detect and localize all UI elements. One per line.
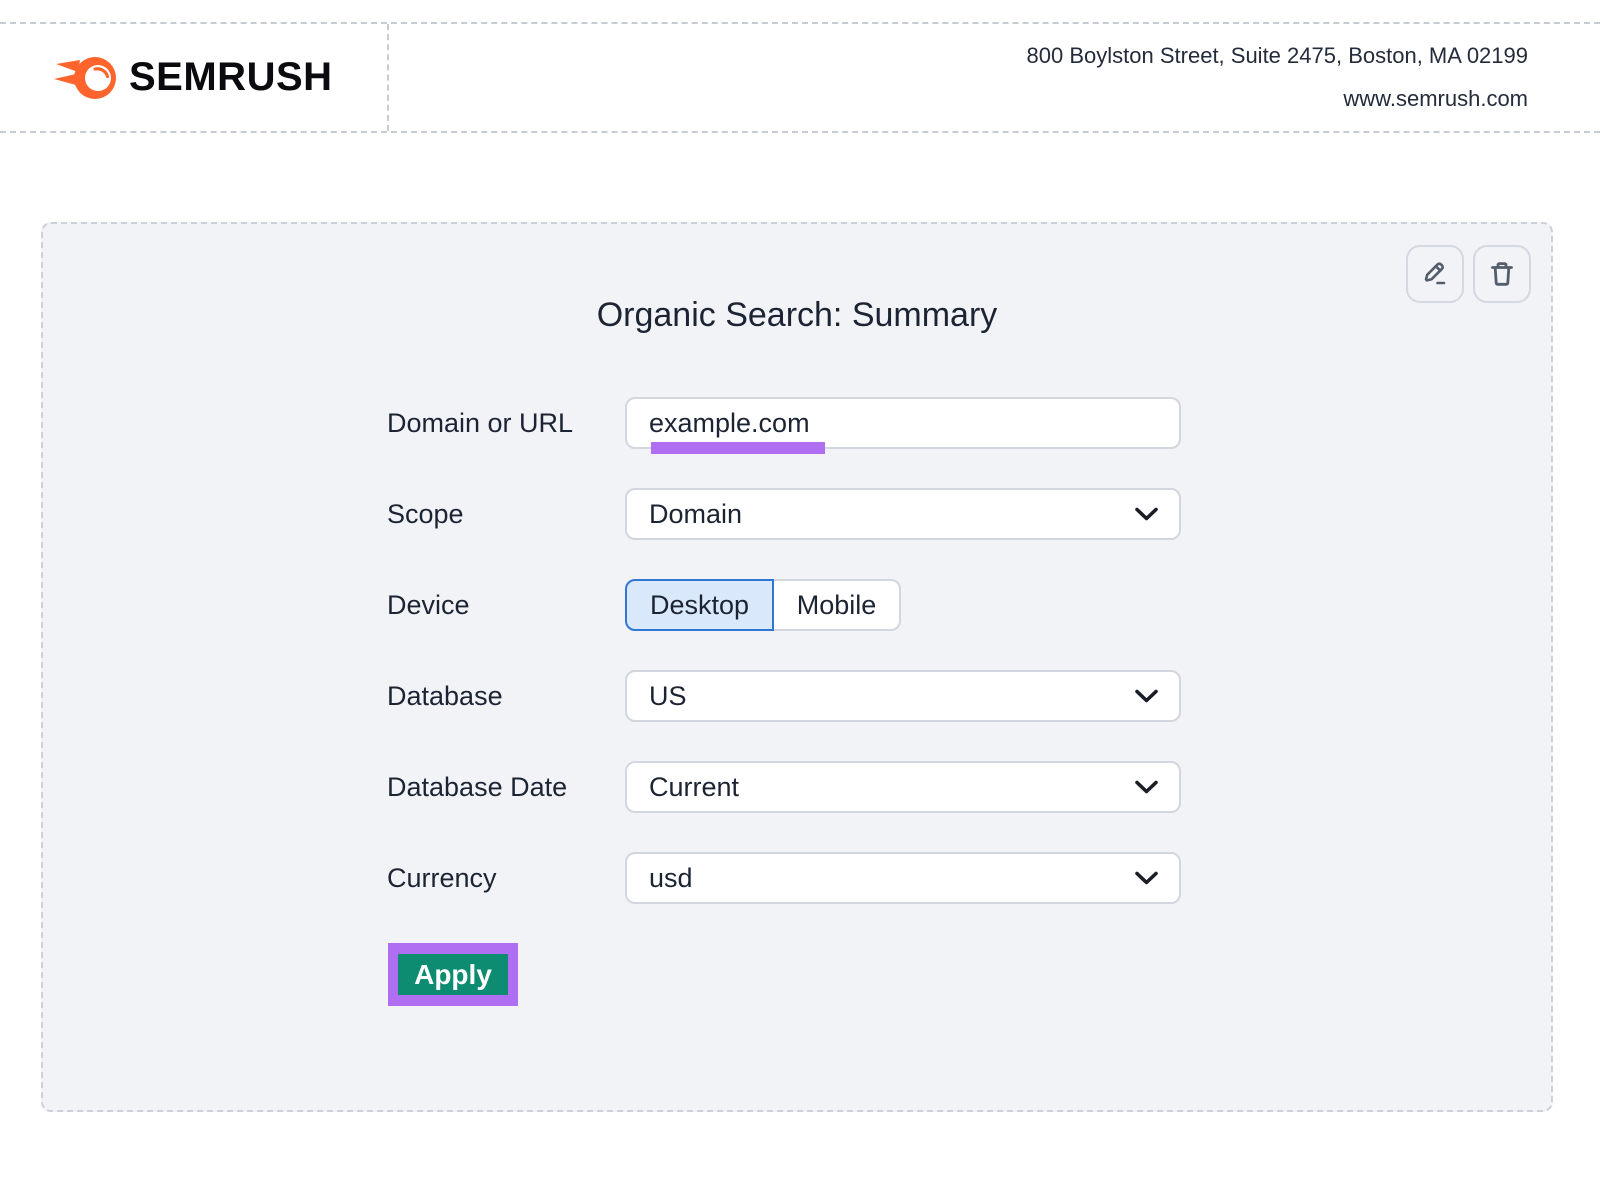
scope-select[interactable]: Domain [625, 488, 1181, 540]
device-row: Device Desktop Mobile [43, 579, 1551, 631]
widget-settings-form: Domain or URL Scope Domain Device [43, 397, 1551, 1006]
device-label: Device [387, 590, 625, 621]
semrush-brand-text: SEMRUSH [129, 55, 333, 100]
database-date-selected-value: Current [649, 772, 739, 803]
scope-selected-value: Domain [649, 499, 742, 530]
currency-label: Currency [387, 863, 625, 894]
delete-widget-button[interactable] [1473, 245, 1531, 303]
database-date-select[interactable]: Current [625, 761, 1181, 813]
pencil-icon [1420, 259, 1450, 289]
scope-row: Scope Domain [43, 488, 1551, 540]
apply-annotation-highlight: Apply [388, 943, 518, 1006]
apply-button[interactable]: Apply [398, 954, 508, 995]
currency-selected-value: usd [649, 863, 693, 894]
company-address: 800 Boylston Street, Suite 2475, Boston,… [1027, 43, 1528, 69]
database-date-label: Database Date [387, 772, 625, 803]
chevron-down-icon [1134, 779, 1159, 795]
database-row: Database US [43, 670, 1551, 722]
database-label: Database [387, 681, 625, 712]
database-select[interactable]: US [625, 670, 1181, 722]
domain-annotation-highlight [651, 442, 825, 454]
currency-row: Currency usd [43, 852, 1551, 904]
device-segmented-control: Desktop Mobile [625, 579, 901, 631]
organic-search-widget-card: Organic Search: Summary Domain or URL Sc… [41, 222, 1553, 1112]
widget-title: Organic Search: Summary [43, 224, 1551, 335]
page-header: SEMRUSH 800 Boylston Street, Suite 2475,… [0, 22, 1600, 133]
company-website: www.semrush.com [1343, 86, 1528, 112]
chevron-down-icon [1134, 870, 1159, 886]
header-contact-cell: 800 Boylston Street, Suite 2475, Boston,… [389, 24, 1600, 131]
chevron-down-icon [1134, 506, 1159, 522]
device-option-desktop[interactable]: Desktop [625, 579, 774, 631]
apply-row: Apply [43, 943, 1551, 1006]
scope-label: Scope [387, 499, 625, 530]
header-logo-cell: SEMRUSH [0, 24, 389, 131]
domain-input-wrap [625, 397, 1181, 449]
device-option-mobile[interactable]: Mobile [774, 579, 901, 631]
currency-select[interactable]: usd [625, 852, 1181, 904]
edit-widget-button[interactable] [1406, 245, 1464, 303]
card-action-buttons [1406, 245, 1531, 303]
database-date-row: Database Date Current [43, 761, 1551, 813]
domain-label: Domain or URL [387, 408, 625, 439]
domain-row: Domain or URL [43, 397, 1551, 449]
trash-icon [1487, 259, 1517, 289]
semrush-flame-icon [54, 51, 118, 105]
chevron-down-icon [1134, 688, 1159, 704]
database-selected-value: US [649, 681, 687, 712]
semrush-logo: SEMRUSH [54, 51, 333, 105]
